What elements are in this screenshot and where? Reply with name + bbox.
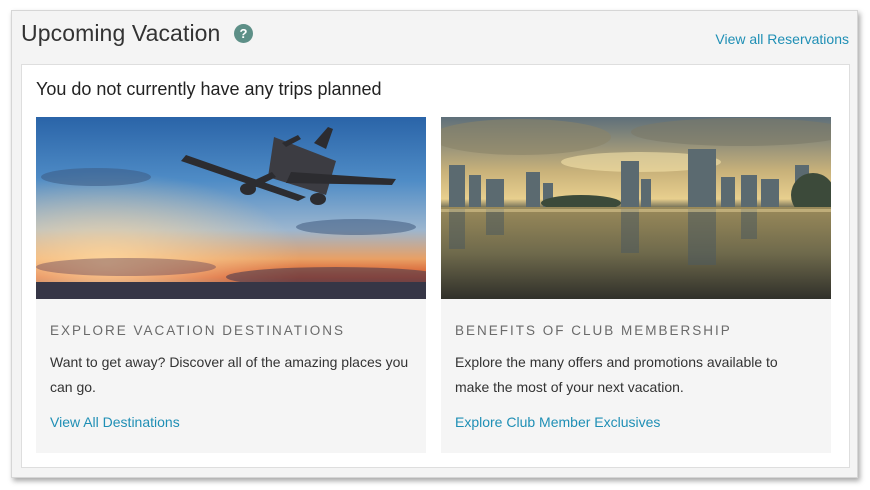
card-heading: EXPLORE VACATION DESTINATIONS [50,323,346,338]
airplane-sunset-image [36,117,426,299]
city-skyline-image [441,117,831,299]
explore-club-member-exclusives-link[interactable]: Explore Club Member Exclusives [455,414,660,430]
no-trips-message: You do not currently have any trips plan… [36,79,382,99]
upcoming-vacation-panel: Upcoming Vacation ? View all Reservation… [11,10,858,478]
view-all-reservations-link[interactable]: View all Reservations [715,31,849,47]
club-membership-card: BENEFITS OF CLUB MEMBERSHIP Explore the … [441,117,831,453]
card-description: Want to get away? Discover all of the am… [50,354,409,395]
explore-destinations-card: EXPLORE VACATION DESTINATIONS Want to ge… [36,117,426,453]
panel-title: Upcoming Vacation [21,20,221,46]
help-icon[interactable]: ? [234,24,253,43]
view-all-destinations-link[interactable]: View All Destinations [50,414,180,430]
card-description: Explore the many offers and promotions a… [455,354,778,395]
card-heading: BENEFITS OF CLUB MEMBERSHIP [455,323,732,338]
vacation-content: You do not currently have any trips plan… [21,64,850,468]
